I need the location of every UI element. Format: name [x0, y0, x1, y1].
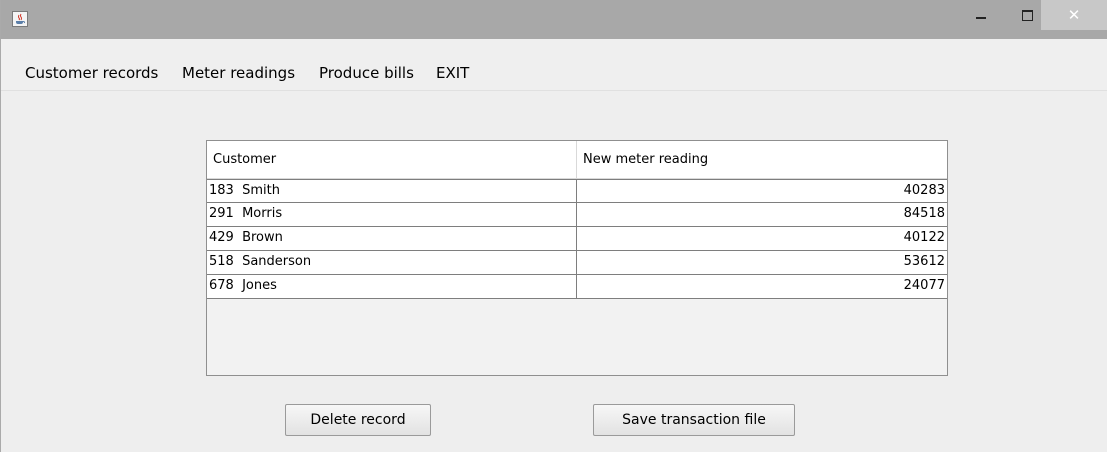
cell-customer[interactable]: 518 Sanderson	[207, 251, 577, 274]
minimize-icon	[976, 17, 986, 19]
cell-customer[interactable]: 291 Morris	[207, 203, 577, 226]
cell-customer[interactable]: 678 Jones	[207, 275, 577, 298]
column-header-new-meter-reading[interactable]: New meter reading	[577, 141, 947, 178]
delete-record-button[interactable]: Delete record	[285, 404, 431, 436]
main-panel: Customer New meter reading 183 Smith 402…	[1, 91, 1107, 452]
cell-customer[interactable]: 429 Brown	[207, 227, 577, 250]
cell-meter-reading[interactable]: 40122	[577, 227, 947, 250]
cell-customer[interactable]: 183 Smith	[207, 180, 577, 203]
menubar-background	[1, 39, 1107, 63]
column-header-customer[interactable]: Customer	[207, 141, 577, 178]
table-row[interactable]: 291 Morris 84518	[207, 203, 947, 227]
table-row[interactable]: 678 Jones 24077	[207, 275, 947, 299]
table-row[interactable]: 429 Brown 40122	[207, 227, 947, 251]
menu-exit[interactable]: EXIT	[431, 61, 474, 85]
app-window: ✕ Customer records Meter readings Produc…	[0, 0, 1107, 452]
menu-customer-records[interactable]: Customer records	[20, 61, 163, 85]
meter-readings-table[interactable]: Customer New meter reading 183 Smith 402…	[206, 140, 948, 376]
java-cup-icon	[12, 11, 28, 27]
menu-produce-bills[interactable]: Produce bills	[314, 61, 419, 85]
menu-meter-readings[interactable]: Meter readings	[177, 61, 300, 85]
save-transaction-file-button[interactable]: Save transaction file	[593, 404, 795, 436]
close-button[interactable]: ✕	[1041, 0, 1107, 30]
table-header: Customer New meter reading	[207, 141, 947, 179]
maximize-icon	[1021, 9, 1033, 21]
table-row[interactable]: 183 Smith 40283	[207, 179, 947, 203]
title-bar[interactable]: ✕	[1, 0, 1107, 39]
close-icon: ✕	[1067, 6, 1081, 24]
minimize-button[interactable]	[958, 0, 1004, 30]
cell-meter-reading[interactable]: 84518	[577, 203, 947, 226]
table-row[interactable]: 518 Sanderson 53612	[207, 251, 947, 275]
cell-meter-reading[interactable]: 24077	[577, 275, 947, 298]
cell-meter-reading[interactable]: 53612	[577, 251, 947, 274]
table-body: 183 Smith 40283 291 Morris 84518 429 Bro…	[207, 179, 947, 299]
menubar: Customer records Meter readings Produce …	[1, 63, 1107, 91]
cell-meter-reading[interactable]: 40283	[577, 180, 947, 203]
